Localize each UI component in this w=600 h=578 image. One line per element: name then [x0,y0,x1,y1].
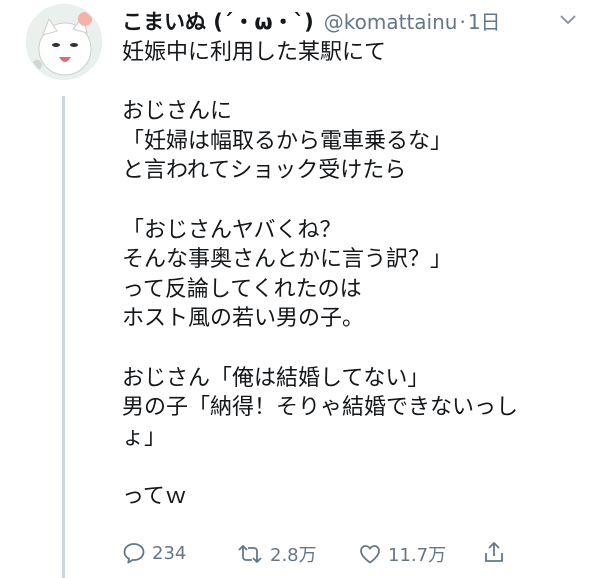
tweet-line: 「おじさんヤバくね？ [122,217,342,243]
tweet-line: ホスト風の若い男の子。 [122,306,365,332]
thread-line [62,96,65,578]
cat-avatar-image [27,5,101,79]
tweet-line: と言われてショック受けたら [122,158,407,184]
like-count: 11.7万 [388,545,447,566]
retweet-count: 2.8万 [270,545,317,566]
tweet-line [122,186,592,216]
reply-count: 234 [152,542,187,564]
tweet-text: 妊娠中に利用した某駅にて おじさんに 「妊婦は幅取るから電車乗るな」 と言われて… [122,38,592,512]
retweet-button[interactable]: 2.8万 [236,541,317,567]
chevron-down-icon[interactable] [558,12,578,26]
tweet-line: そんな事奥さんとかに言う訳？」 [122,247,453,273]
tweet: こまいぬ (´・ω・`) @komattainu · 1日 妊娠中に利用した某駅… [0,0,600,578]
reply-button[interactable]: 234 [122,541,186,565]
timestamp[interactable]: 1日 [468,6,501,35]
share-icon [482,541,506,565]
tweet-line: 男の子「納得！そりゃ結婚できないっし [122,395,519,421]
tweet-line [122,334,592,364]
tweet-line [122,452,592,482]
tweet-actions: 234 2.8万 11.7万 [122,541,562,573]
heart-icon [358,542,382,566]
tweet-line: ょ」 [122,424,167,450]
separator-dot: · [459,10,466,34]
share-button[interactable] [482,541,506,565]
handle[interactable]: @komattainu [324,10,458,34]
reply-icon [122,541,146,565]
tweet-header: こまいぬ (´・ω・`) @komattainu · 1日 [122,6,501,36]
tweet-line: って反論してくれたのは [122,276,362,302]
avatar[interactable] [26,4,102,80]
retweet-icon [236,542,264,566]
tweet-line: ってｗ [122,483,187,509]
like-button[interactable]: 11.7万 [358,541,446,567]
tweet-line: おじさん「俺は結婚してない」 [122,365,430,391]
tweet-line [122,68,592,98]
tweet-line: おじさんに [122,99,233,125]
tweet-line: 「妊婦は幅取るから電車乗るな」 [122,128,453,154]
display-name[interactable]: こまいぬ (´・ω・`) [122,6,314,36]
tweet-line: 妊娠中に利用した某駅にて [122,40,387,65]
